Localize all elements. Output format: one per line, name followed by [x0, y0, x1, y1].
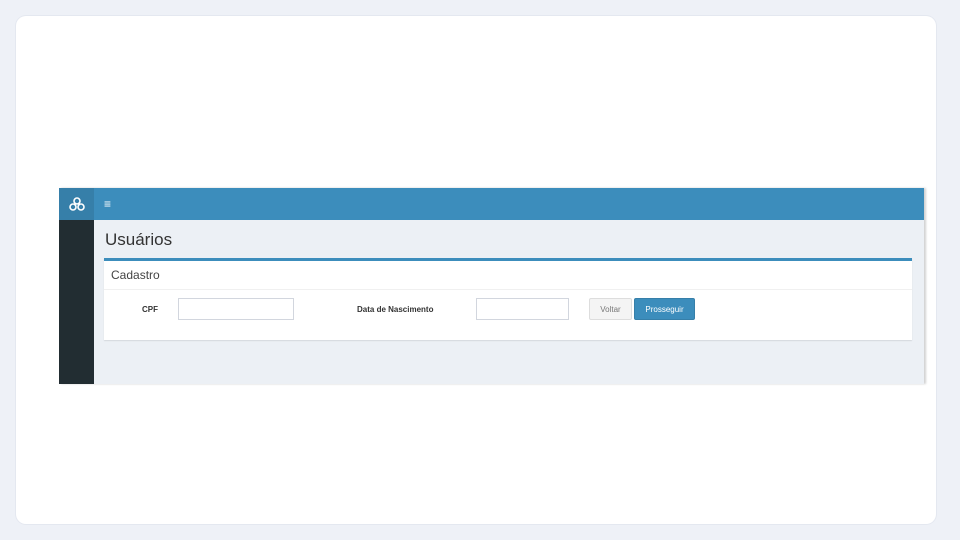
- users-cluster-icon: [68, 197, 85, 211]
- birth-date-input[interactable]: [476, 298, 569, 320]
- page-title: Usuários: [105, 230, 173, 249]
- birth-date-label: Data de Nascimento: [357, 305, 434, 314]
- cpf-label: CPF: [142, 305, 158, 314]
- sidebar: [59, 220, 94, 384]
- app-window: ≡ Usuários Cadastro CPF Data de Nascimen…: [59, 188, 924, 384]
- proceed-button[interactable]: Prosseguir: [634, 298, 695, 320]
- main-content: Usuários Cadastro CPF Data de Nascimento…: [94, 220, 924, 384]
- registration-box: Cadastro CPF Data de Nascimento Voltar P…: [104, 258, 912, 340]
- menu-toggle-icon[interactable]: ≡: [104, 188, 111, 220]
- box-title: Cadastro: [111, 268, 160, 282]
- top-navbar: ≡: [59, 188, 924, 220]
- app-logo[interactable]: [59, 188, 94, 220]
- box-header: Cadastro: [104, 261, 912, 290]
- back-button[interactable]: Voltar: [589, 298, 632, 320]
- image-frame: ≡ Usuários Cadastro CPF Data de Nascimen…: [16, 16, 936, 524]
- cpf-input[interactable]: [178, 298, 294, 320]
